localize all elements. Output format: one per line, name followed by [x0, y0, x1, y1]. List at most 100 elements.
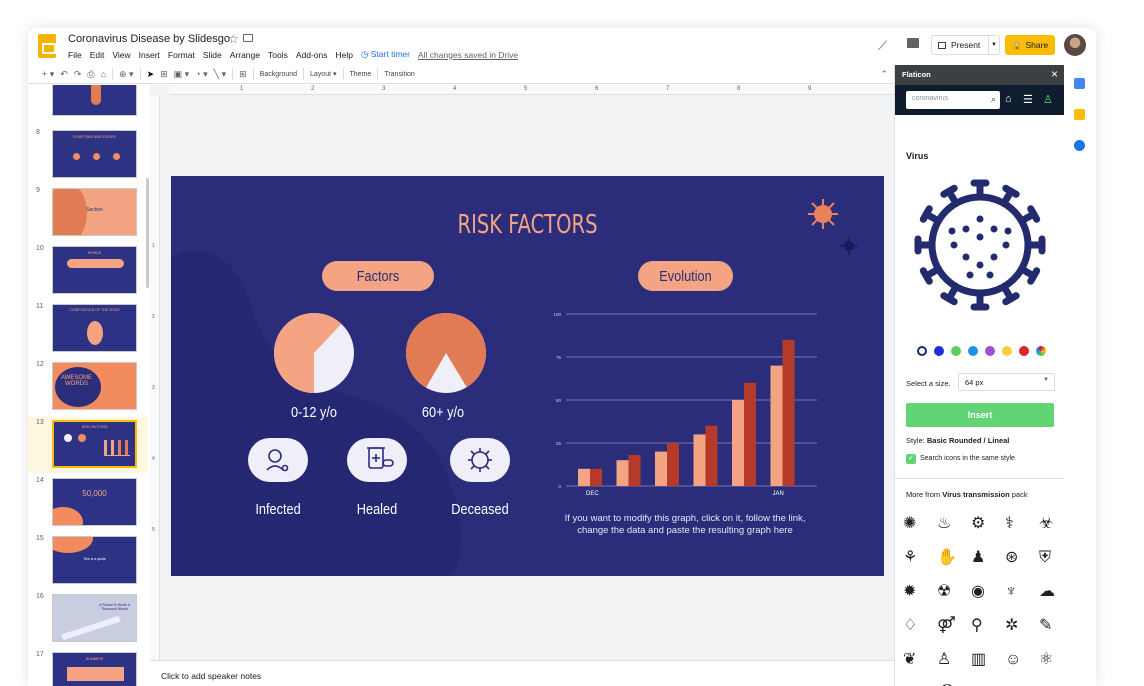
slide-thumb-row[interactable]: 14 50,000: [28, 475, 148, 531]
speaker-notes[interactable]: Click to add speaker notes: [150, 660, 894, 686]
redo-icon[interactable]: ↷: [74, 69, 82, 80]
pack-virus-icon[interactable]: ⚲: [971, 618, 987, 634]
layout-button[interactable]: Layout ▾: [310, 70, 337, 78]
color-swatch[interactable]: [1002, 346, 1012, 356]
evolution-bar-chart[interactable]: 0 25 50 75 100 DEC JAN: [553, 312, 817, 497]
color-swatch[interactable]: [968, 346, 978, 356]
paint-format-icon[interactable]: ⌂: [101, 69, 106, 79]
color-swatch[interactable]: [934, 346, 944, 356]
insert-button[interactable]: Insert: [906, 403, 1054, 427]
virus-preview-icon[interactable]: [904, 169, 1056, 321]
calendar-icon[interactable]: [1074, 78, 1085, 89]
slide-thumb-row[interactable]: 11 COMPOSITION OF THE VIRUS: [28, 301, 148, 357]
pack-virus-icon[interactable]: ⚤: [937, 618, 956, 634]
menu-help[interactable]: Help: [336, 50, 353, 60]
document-title[interactable]: Coronavirus Disease by Slidesgo: [68, 33, 230, 45]
menu-addons[interactable]: Add-ons: [296, 50, 328, 60]
slide-title[interactable]: RISK FACTORS: [260, 210, 795, 240]
background-button[interactable]: Background: [260, 71, 297, 78]
slide-filmstrip[interactable]: 8 SYMPTOMS AND STAGES 9 Section 10 WORDS: [28, 85, 150, 686]
present-button[interactable]: Present ▼: [931, 35, 1000, 55]
pack-virus-icon[interactable]: ✺: [903, 516, 919, 532]
pack-virus-icon[interactable]: ❦: [903, 652, 919, 668]
menu-slide[interactable]: Slide: [203, 50, 222, 60]
pack-virus-icon[interactable]: ☁: [1039, 584, 1055, 600]
avatar[interactable]: [1064, 34, 1086, 56]
slide-thumb-row[interactable]: 16 A Picture Is Worth a Thousand Words: [28, 591, 148, 647]
same-style-checkbox[interactable]: ✓: [906, 454, 916, 464]
pack-virus-icon[interactable]: ▥: [971, 652, 987, 668]
pack-virus-icon[interactable]: ♆: [1005, 584, 1021, 600]
tasks-icon[interactable]: [1074, 140, 1085, 151]
image-icon[interactable]: ▣ ▾: [174, 69, 190, 80]
text-box-icon[interactable]: ⊞: [160, 69, 168, 80]
move-folder-icon[interactable]: [243, 34, 253, 42]
menu-view[interactable]: View: [112, 50, 130, 60]
comments-icon[interactable]: [907, 38, 919, 48]
menu-tools[interactable]: Tools: [268, 50, 288, 60]
slide-thumb-row[interactable]: [28, 85, 148, 121]
slide-thumb-row[interactable]: 9 Section: [28, 185, 148, 241]
slide-thumb-row[interactable]: 12 AWESOME WORDS: [28, 359, 148, 415]
print-icon[interactable]: ⎙: [87, 69, 94, 80]
transition-button[interactable]: Transition: [384, 71, 414, 78]
select-cursor-icon[interactable]: ➤: [147, 69, 155, 80]
filters-icon[interactable]: ☰: [1023, 93, 1033, 106]
slide-thumb-row-selected[interactable]: 13 RISK FACTORS: [28, 417, 148, 473]
slide-thumbnail[interactable]: RISK FACTORS: [52, 420, 137, 468]
pack-virus-icon[interactable]: ⚘: [903, 550, 919, 566]
slide-thumb-row[interactable]: 15 This is a quote: [28, 533, 148, 589]
pack-virus-icon[interactable]: ☢: [937, 584, 953, 600]
slides-logo-icon[interactable]: [38, 34, 56, 58]
size-select[interactable]: 64 px ▼: [958, 373, 1055, 391]
slide-thumbnail[interactable]: [52, 85, 137, 116]
color-swatch[interactable]: [985, 346, 995, 356]
pack-virus-icon[interactable]: ♙: [937, 652, 953, 668]
menu-insert[interactable]: Insert: [139, 50, 160, 60]
slide-thumbnail[interactable]: AWESOME WORDS: [52, 362, 137, 410]
color-swatch[interactable]: [951, 346, 961, 356]
line-icon[interactable]: ╲ ▾: [214, 69, 226, 80]
undo-icon[interactable]: ↶: [60, 69, 68, 80]
icon-search-input[interactable]: coronavirus ⌕: [906, 91, 1000, 109]
keep-icon[interactable]: [1074, 109, 1085, 120]
menu-format[interactable]: Format: [168, 50, 195, 60]
pack-virus-icon[interactable]: ◉: [971, 584, 987, 600]
pack-virus-icon[interactable]: ☣: [1039, 516, 1055, 532]
slide-thumbnail[interactable]: COMPOSITION OF THE VIRUS: [52, 304, 137, 352]
slide-thumbnail[interactable]: Section: [52, 188, 137, 236]
pack-virus-icon[interactable]: ♟: [971, 550, 987, 566]
present-dropdown-icon[interactable]: ▼: [988, 36, 999, 54]
slide-thumbnail[interactable]: This is a quote: [52, 536, 137, 584]
slide-thumb-row[interactable]: 17 NUMBERS: [28, 649, 148, 686]
pack-virus-icon[interactable]: ☺: [1005, 652, 1021, 668]
pack-virus-icon[interactable]: ♨: [937, 516, 953, 532]
color-swatch[interactable]: [1019, 346, 1029, 356]
activity-trend-icon[interactable]: ⟋: [878, 38, 887, 54]
zoom-icon[interactable]: ⊕ ▾: [119, 69, 134, 80]
pack-virus-icon[interactable]: ⚛: [1039, 652, 1055, 668]
new-slide-icon[interactable]: + ▾: [42, 69, 54, 80]
collapse-toolbar-icon[interactable]: ⌃: [880, 69, 888, 80]
filmstrip-scrollbar[interactable]: [146, 178, 149, 288]
share-button[interactable]: 🔒 Share: [1005, 35, 1055, 55]
slide-thumbnail[interactable]: NUMBERS: [52, 652, 137, 686]
home-icon[interactable]: ⌂: [1005, 93, 1012, 105]
pack-virus-icon[interactable]: ⊛: [1005, 550, 1021, 566]
add-comment-icon[interactable]: ⊞: [239, 69, 247, 80]
pack-virus-icon[interactable]: ✹: [903, 584, 919, 600]
pack-virus-icon[interactable]: ⚕: [1005, 516, 1021, 532]
star-icon[interactable]: ☆: [228, 32, 239, 46]
pack-virus-icon[interactable]: ✲: [1005, 618, 1021, 634]
slide-thumbnail[interactable]: A Picture Is Worth a Thousand Words: [52, 594, 137, 642]
menu-edit[interactable]: Edit: [90, 50, 105, 60]
menu-arrange[interactable]: Arrange: [230, 50, 260, 60]
slide-thumbnail[interactable]: WORDS: [52, 246, 137, 294]
close-icon[interactable]: ×: [1051, 67, 1058, 81]
pack-virus-icon[interactable]: ♢: [903, 618, 919, 634]
shape-icon[interactable]: ◔ ▾: [195, 69, 207, 80]
slide-thumb-row[interactable]: 10 WORDS: [28, 243, 148, 299]
slide-thumbnail[interactable]: 50,000: [52, 478, 137, 526]
color-swatch[interactable]: [917, 346, 927, 356]
theme-button[interactable]: Theme: [350, 71, 372, 78]
